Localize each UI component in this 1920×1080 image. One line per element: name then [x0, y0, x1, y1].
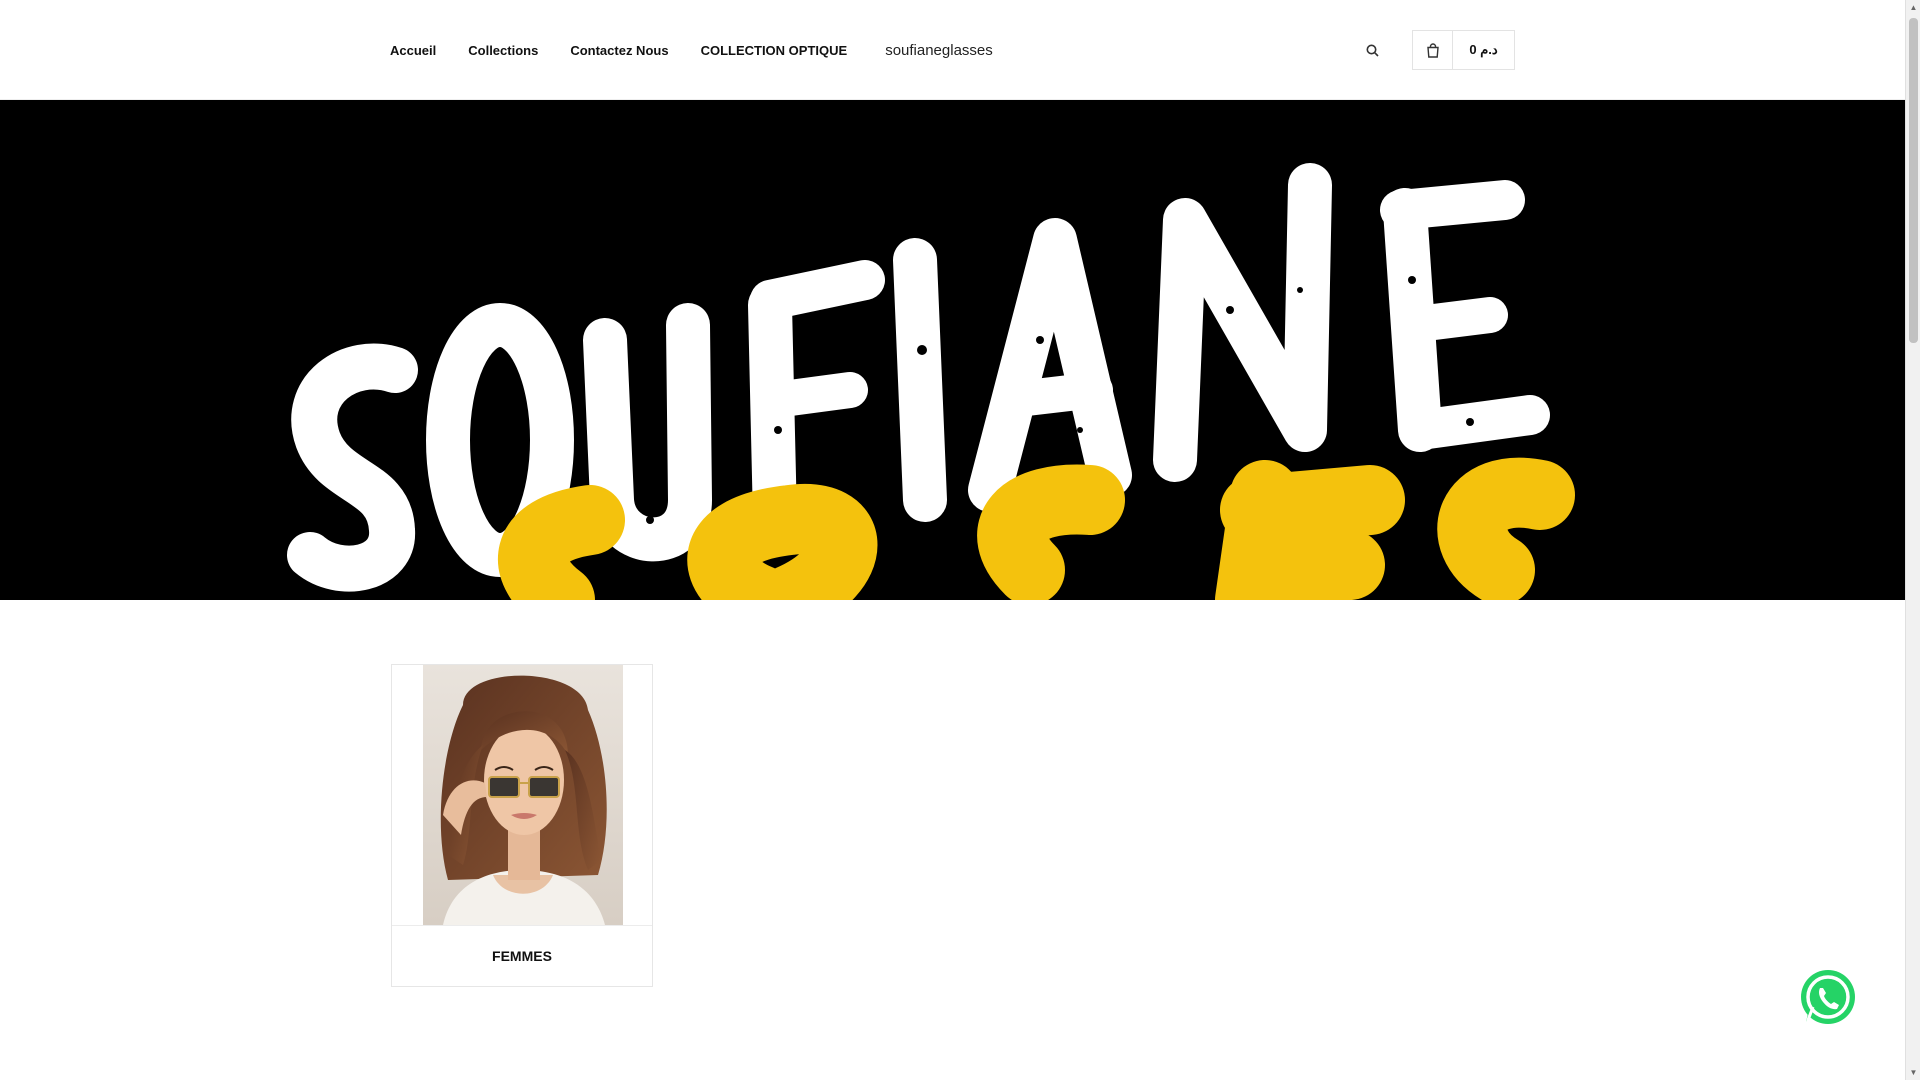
page: Accueil Collections Contactez Nous COLLE…	[0, 0, 1905, 1080]
scroll-down-icon[interactable]: ▼	[1906, 1065, 1920, 1080]
nav-collection-optique[interactable]: COLLECTION OPTIQUE	[701, 43, 848, 58]
hero-logo-image	[0, 100, 1905, 600]
cart-button[interactable]: 0 د.م	[1412, 30, 1515, 70]
collection-image	[423, 665, 623, 925]
main-nav: Accueil Collections Contactez Nous COLLE…	[390, 0, 1025, 100]
hero-banner	[0, 100, 1905, 600]
nav-collections[interactable]: Collections	[468, 43, 538, 58]
brand-link[interactable]: soufianeglasses	[885, 42, 993, 59]
collection-title: FEMMES	[492, 948, 552, 964]
collection-card-femmes[interactable]: FEMMES	[391, 664, 653, 987]
nav-contactez-nous[interactable]: Contactez Nous	[570, 43, 668, 58]
site-header: Accueil Collections Contactez Nous COLLE…	[0, 0, 1905, 100]
cart-total: 0 د.م	[1469, 42, 1498, 57]
nav-accueil[interactable]: Accueil	[390, 43, 436, 58]
scrollbar-thumb[interactable]	[1909, 18, 1918, 343]
vertical-scrollbar[interactable]: ▲ ▼	[1905, 0, 1920, 1080]
cart-icon	[1413, 31, 1453, 69]
scroll-up-icon[interactable]: ▲	[1906, 0, 1920, 15]
search-icon[interactable]	[1362, 38, 1382, 62]
whatsapp-icon[interactable]	[1796, 966, 1860, 1030]
